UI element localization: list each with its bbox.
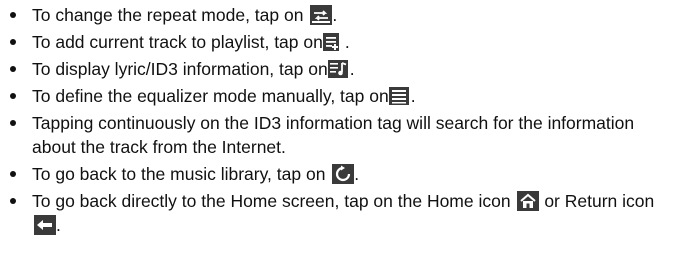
lyric-id3-icon	[327, 59, 350, 79]
bullet-icon	[10, 66, 16, 72]
list-item-equalizer: To define the equalizer mode manually, t…	[8, 84, 692, 108]
list-item-music-library: To go back to the music library, tap on …	[8, 162, 692, 186]
item-text: To change the repeat mode, tap on	[32, 5, 309, 25]
bullet-icon	[10, 198, 16, 204]
list-item-repeat-mode: To change the repeat mode, tap on .	[8, 3, 692, 27]
home-icon	[517, 191, 540, 211]
bullet-icon	[10, 93, 16, 99]
item-text: To go back to the music library, tap on	[32, 164, 331, 184]
list-item-lyric-id3: To display lyric/ID3 information, tap on…	[8, 57, 692, 81]
item-text: Tapping continuously on the ID3 informat…	[32, 113, 635, 157]
add-to-playlist-icon	[322, 32, 345, 52]
list-item-home-return: To go back directly to the Home screen, …	[8, 189, 682, 237]
repeat-mode-icon	[310, 5, 333, 25]
bullet-icon	[10, 12, 16, 18]
item-suffix: .	[332, 5, 338, 25]
item-text: To define the equalizer mode manually, t…	[32, 86, 389, 106]
instruction-document: To change the repeat mode, tap on . To a…	[0, 0, 696, 267]
item-suffix: .	[344, 32, 350, 52]
item-suffix: .	[410, 86, 416, 106]
bullet-icon	[10, 120, 16, 126]
item-middle-text: or Return icon	[539, 191, 655, 211]
list-item-id3-search: Tapping continuously on the ID3 informat…	[8, 111, 682, 159]
list-item-add-to-playlist: To add current track to playlist, tap on…	[8, 30, 692, 54]
return-icon	[34, 215, 56, 235]
instruction-list: To change the repeat mode, tap on . To a…	[8, 3, 692, 240]
bullet-icon	[10, 171, 16, 177]
item-text: To add current track to playlist, tap on	[32, 32, 323, 52]
item-text: To go back directly to the Home screen, …	[32, 191, 516, 211]
item-text: To display lyric/ID3 information, tap on	[32, 59, 328, 79]
item-suffix: .	[56, 215, 61, 235]
item-suffix: .	[354, 164, 360, 184]
equalizer-icon	[388, 86, 411, 106]
item-suffix: .	[349, 59, 355, 79]
bullet-icon	[10, 39, 16, 45]
music-library-icon	[332, 164, 355, 184]
